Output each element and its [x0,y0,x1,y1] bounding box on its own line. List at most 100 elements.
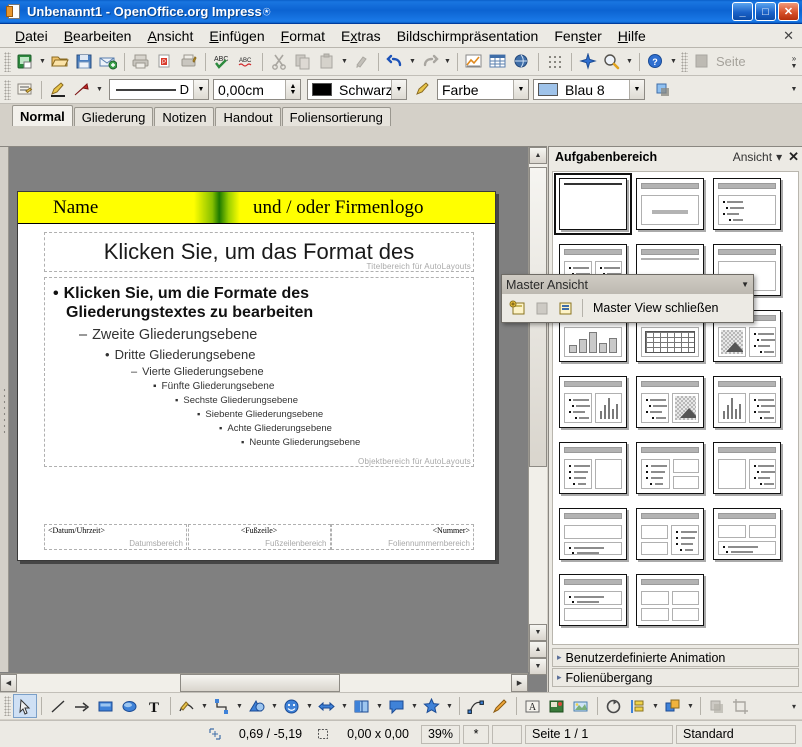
new-document-icon[interactable] [13,50,37,74]
standard-toolbar-more[interactable]: ▼ [668,50,679,74]
block-arrows-icon[interactable] [315,694,339,718]
signature-indicator[interactable] [492,724,522,744]
tab-handout[interactable]: Handout [215,107,281,126]
shadow-icon[interactable] [651,78,675,102]
scroll-right-button[interactable]: ▶ [511,674,528,692]
menu-fenster[interactable]: Fenster [546,26,609,46]
transition-section[interactable]: ▸ Folienübergang [549,668,802,688]
layout-thumbnail-13[interactable] [559,442,636,508]
minimize-button[interactable]: _ [732,2,753,21]
symbol-shapes-caret[interactable]: ▼ [304,694,315,718]
show-draw-functions-icon[interactable] [576,50,600,74]
layouts-list[interactable] [552,171,799,645]
scroll-down-button[interactable]: ▼ [529,624,547,641]
from-file-icon[interactable] [545,694,569,718]
close-document-button[interactable]: ✕ [783,28,794,44]
task-pane-view-caret-icon[interactable]: ▾ [776,150,782,164]
help-icon[interactable]: ? [644,50,668,74]
connector-icon[interactable] [210,694,234,718]
menu-einfuegen[interactable]: Einfügen [201,26,272,46]
line-width-steppers[interactable]: ▲ ▼ [285,80,300,99]
footer-placeholder[interactable]: <Fußzeile> Fußzeilenbereich [187,524,331,550]
arrange-icon[interactable] [661,694,685,718]
tab-notizen[interactable]: Notizen [154,107,215,126]
canvas-vertical-scrollbar[interactable]: ▲ ▼ ▲ ▼ [528,147,547,675]
tab-normal[interactable]: Normal [12,105,73,126]
outline-placeholder[interactable]: • Klicken Sie, um die Formate des Gliede… [44,277,474,467]
tab-gliederung[interactable]: Gliederung [73,107,154,126]
canvas-horizontal-scrollbar[interactable]: ◀ ▶ [0,673,528,692]
date-placeholder[interactable]: <Datum/Uhrzeit> Datumsbereich [44,524,187,550]
scroll-left-button[interactable]: ◀ [0,674,17,692]
slide-number-placeholder[interactable]: <Nummer> Foliennummernbereich [331,524,474,550]
slide-panel-splitter[interactable] [0,147,9,672]
symbol-shapes-icon[interactable] [280,694,304,718]
layout-thumbnail-2[interactable] [636,178,713,244]
export-pdf-icon[interactable]: P [153,50,177,74]
master-toolbar-menu-icon[interactable]: ▼ [741,280,749,289]
menu-extras[interactable]: Extras [333,26,389,46]
block-arrows-caret[interactable]: ▼ [339,694,350,718]
alignment-caret[interactable]: ▼ [650,694,661,718]
linefill-toolbar-overflow[interactable]: ▼ [788,76,800,103]
hyperlink-icon[interactable] [510,50,534,74]
menu-hilfe[interactable]: Hilfe [610,26,654,46]
line-style-combo[interactable]: D ▼ [109,79,209,100]
layout-thumbnail-10[interactable] [559,376,636,442]
title-placeholder[interactable]: Klicken Sie, um das Format des Titelbere… [44,232,474,272]
line-icon[interactable] [46,694,70,718]
paste-caret[interactable]: ▼ [339,50,350,74]
modified-indicator[interactable]: * [463,724,489,744]
rectangle-icon[interactable] [94,694,118,718]
maximize-button[interactable]: □ [755,2,776,21]
layout-thumbnail-18[interactable] [713,508,790,574]
open-document-icon[interactable] [48,50,72,74]
master-toolbar-titlebar[interactable]: Master Ansicht ▼ [502,275,753,294]
layout-thumbnail-15[interactable] [713,442,790,508]
stars-icon[interactable] [420,694,444,718]
drawing-toolbar-overflow[interactable]: ▾ [788,693,800,719]
autospellcheck-icon[interactable]: ABC [234,50,258,74]
line-color-combo[interactable]: Schwarz ▼ [307,79,407,100]
alignment-icon[interactable] [626,694,650,718]
line-style-dropdown[interactable]: ▼ [193,80,208,99]
chart-icon[interactable] [462,50,486,74]
task-pane-view-label[interactable]: Ansicht [733,150,772,164]
line-color-icon[interactable] [46,78,70,102]
rotate-icon[interactable] [602,694,626,718]
curve-caret[interactable]: ▼ [199,694,210,718]
slide-canvas[interactable]: Name und / oder Firmenlogo Klicken Sie, … [10,147,527,672]
connector-caret[interactable]: ▼ [234,694,245,718]
zoom-level[interactable]: 39% [420,724,460,744]
master-slide[interactable]: Name und / oder Firmenlogo Klicken Sie, … [17,191,496,561]
menu-format[interactable]: Format [273,26,333,46]
delete-master-icon[interactable] [554,296,578,320]
previous-slide-button[interactable]: ▲ [529,641,547,658]
linefill-toolbar-grip[interactable] [4,79,11,100]
select-icon[interactable] [13,694,37,718]
hscroll-thumb[interactable] [180,674,340,692]
menu-bearbeiten[interactable]: Bearbeiten [56,26,140,46]
area-color-dropdown[interactable]: ▼ [629,80,644,99]
arrow-style-caret[interactable]: ▼ [94,78,105,102]
master-view-toolbar[interactable]: Master Ansicht ▼ Master View schließen [501,274,754,323]
window-titlebar[interactable]: Unbenannt1 - OpenOffice.org Impress ⍟ _ … [0,0,802,24]
line-style-icon[interactable] [13,78,37,102]
layout-thumbnail-11[interactable] [636,376,713,442]
zoom-icon[interactable] [600,50,624,74]
next-slide-button[interactable]: ▼ [529,658,547,675]
animation-section[interactable]: ▸ Benutzerdefinierte Animation [549,648,802,668]
basic-shapes-icon[interactable] [245,694,269,718]
menu-ansicht[interactable]: Ansicht [139,26,201,46]
layout-thumbnail-12[interactable] [713,376,790,442]
callouts-caret[interactable]: ▼ [409,694,420,718]
page-toolbar-grip[interactable] [681,51,688,72]
callouts-icon[interactable] [385,694,409,718]
save-document-icon[interactable] [72,50,96,74]
new-master-icon[interactable] [506,296,530,320]
curve-icon[interactable] [175,694,199,718]
layout-thumbnail-19[interactable] [559,574,636,640]
menu-bildschirmpraesentation[interactable]: Bildschirmpräsentation [389,26,547,46]
close-button[interactable]: ✕ [778,2,799,21]
tab-foliensortierung[interactable]: Foliensortierung [281,107,391,126]
